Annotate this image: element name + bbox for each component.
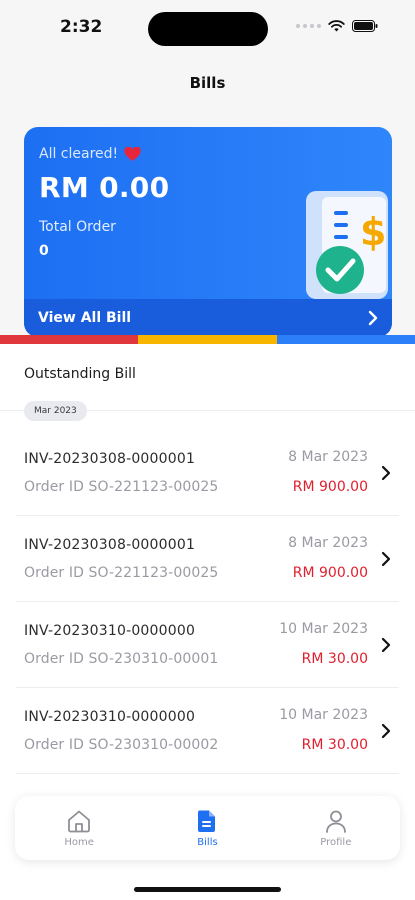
tab-home-label: Home xyxy=(64,837,94,848)
chevron-right-icon xyxy=(381,637,391,653)
bill-summary-card: All cleared! RM 0.00 Total Order 0 $ Vie… xyxy=(24,127,392,337)
view-all-bill-button[interactable]: View All Bill xyxy=(24,299,392,337)
bill-row[interactable]: INV-20230308-0000001 Order ID SO-221123-… xyxy=(16,430,399,516)
bill-date: 10 Mar 2023 xyxy=(279,621,368,637)
bill-date: 8 Mar 2023 xyxy=(288,449,368,465)
total-order-label: Total Order xyxy=(39,219,116,235)
bill-row[interactable]: INV-20230310-0000000 Order ID SO-230310-… xyxy=(16,602,399,688)
tab-home[interactable]: Home xyxy=(15,796,143,860)
invoice-number: INV-20230308-0000001 xyxy=(24,451,196,467)
order-id: Order ID SO-230310-00001 xyxy=(24,651,219,667)
bill-amount: RM 30.00 xyxy=(301,651,368,667)
chevron-right-icon xyxy=(368,310,378,326)
battery-icon xyxy=(352,20,378,32)
bill-date: 8 Mar 2023 xyxy=(288,535,368,551)
bill-date: 10 Mar 2023 xyxy=(279,707,368,723)
bill-amount: RM 900.00 xyxy=(292,565,368,581)
bill-amount: RM 30.00 xyxy=(301,737,368,753)
tab-bills[interactable]: Bills xyxy=(143,796,271,860)
user-icon xyxy=(325,810,346,833)
view-all-bill-label: View All Bill xyxy=(38,310,132,326)
home-icon xyxy=(68,810,91,833)
outstanding-amount: RM 0.00 xyxy=(39,171,170,204)
invoice-number: INV-20230310-0000000 xyxy=(24,623,196,639)
tab-profile-label: Profile xyxy=(320,837,352,848)
wifi-icon xyxy=(328,20,345,32)
status-time: 2:32 xyxy=(60,17,103,37)
order-id: Order ID SO-230310-00002 xyxy=(24,737,219,753)
total-order-value: 0 xyxy=(39,243,49,259)
tab-bills-label: Bills xyxy=(197,837,218,848)
page-title: Bills xyxy=(189,74,226,92)
bill-document-icon xyxy=(198,810,216,832)
heart-icon xyxy=(124,146,141,161)
invoice-number: INV-20230310-0000000 xyxy=(24,709,196,725)
order-id: Order ID SO-221123-00025 xyxy=(24,565,219,581)
invoice-number: INV-20230308-0000001 xyxy=(24,537,196,553)
chevron-right-icon xyxy=(381,723,391,739)
cleared-status: All cleared! xyxy=(39,146,141,162)
bottom-tab-bar: Home Bills Profile xyxy=(15,796,400,860)
section-title: Outstanding Bill xyxy=(24,366,136,382)
month-chip: Mar 2023 xyxy=(24,401,87,421)
svg-text:$: $ xyxy=(360,210,386,254)
summary-content: All cleared! RM 0.00 Total Order 0 $ xyxy=(24,127,392,299)
receipt-check-illustration-icon: $ xyxy=(306,191,388,299)
bill-row[interactable]: INV-20230310-0000000 Order ID SO-230310-… xyxy=(16,688,399,774)
chevron-right-icon xyxy=(381,465,391,481)
status-icons xyxy=(296,20,378,32)
dynamic-island xyxy=(148,12,268,46)
order-id: Order ID SO-221123-00025 xyxy=(24,479,219,495)
tab-profile[interactable]: Profile xyxy=(272,796,400,860)
chevron-right-icon xyxy=(381,551,391,567)
status-bar: 2:32 xyxy=(0,0,415,56)
signal-icon xyxy=(296,24,321,28)
bill-row[interactable]: INV-20230308-0000001 Order ID SO-221123-… xyxy=(16,516,399,602)
bill-amount: RM 900.00 xyxy=(292,479,368,495)
home-indicator xyxy=(134,887,281,892)
cleared-status-text: All cleared! xyxy=(39,146,119,162)
